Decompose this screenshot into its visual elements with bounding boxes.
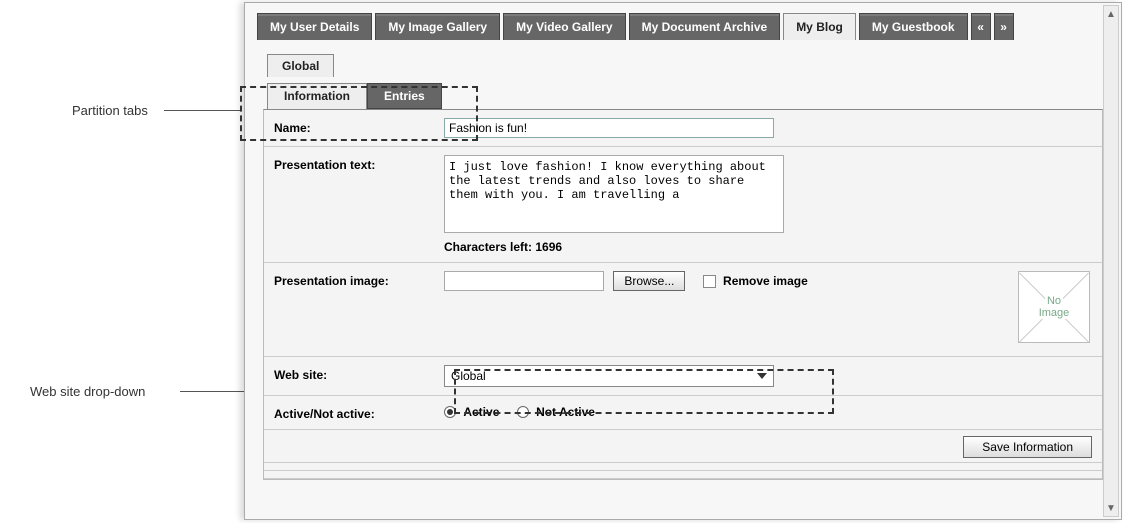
form-area: Name: Presentation text: Characters left… xyxy=(263,109,1103,480)
row-presentation-image: Presentation image: Browse... Remove ima… xyxy=(264,263,1102,357)
highlight-box-partition-tabs xyxy=(240,86,478,141)
label-website: Web site: xyxy=(274,365,444,382)
file-path-input[interactable] xyxy=(444,271,604,291)
tabs-prev-button[interactable]: « xyxy=(971,13,991,40)
spacer-row xyxy=(264,463,1102,471)
tab-my-image-gallery[interactable]: My Image Gallery xyxy=(375,13,500,40)
main-tabs: My User Details My Image Gallery My Vide… xyxy=(257,13,1109,40)
annotation-partition-tabs: Partition tabs xyxy=(72,103,148,118)
tab-my-user-details[interactable]: My User Details xyxy=(257,13,372,40)
annotation-line xyxy=(164,110,240,111)
save-information-button[interactable]: Save Information xyxy=(963,436,1092,458)
label-active: Active/Not active: xyxy=(274,404,444,421)
scroll-down-icon[interactable]: ▼ xyxy=(1104,500,1118,516)
no-image-placeholder: No Image xyxy=(1018,271,1090,343)
panel: ▲ ▼ My User Details My Image Gallery My … xyxy=(244,2,1122,520)
tab-my-document-archive[interactable]: My Document Archive xyxy=(629,13,781,40)
remove-image-checkbox[interactable] xyxy=(703,275,716,288)
partition-tabs-row: Global xyxy=(267,54,1109,77)
presentation-text-input[interactable] xyxy=(444,155,784,233)
label-presentation-image: Presentation image: xyxy=(274,271,444,288)
tab-my-blog[interactable]: My Blog xyxy=(783,13,856,40)
annotation-website-dropdown: Web site drop-down xyxy=(30,384,145,399)
tab-my-video-gallery[interactable]: My Video Gallery xyxy=(503,13,626,40)
spacer-row xyxy=(264,471,1102,479)
row-save: Save Information xyxy=(264,430,1102,463)
tabs-next-button[interactable]: » xyxy=(994,13,1014,40)
browse-button[interactable]: Browse... xyxy=(613,271,685,291)
label-presentation-text: Presentation text: xyxy=(274,155,444,172)
name-input[interactable] xyxy=(444,118,774,138)
scrollbar[interactable]: ▲ ▼ xyxy=(1103,5,1119,517)
tab-my-guestbook[interactable]: My Guestbook xyxy=(859,13,968,40)
row-presentation-text: Presentation text: Characters left: 1696 xyxy=(264,147,1102,263)
highlight-box-website-dropdown xyxy=(454,369,834,414)
remove-image-label: Remove image xyxy=(723,274,808,288)
partition-tab-global[interactable]: Global xyxy=(267,54,334,77)
characters-left: Characters left: 1696 xyxy=(444,240,1092,254)
